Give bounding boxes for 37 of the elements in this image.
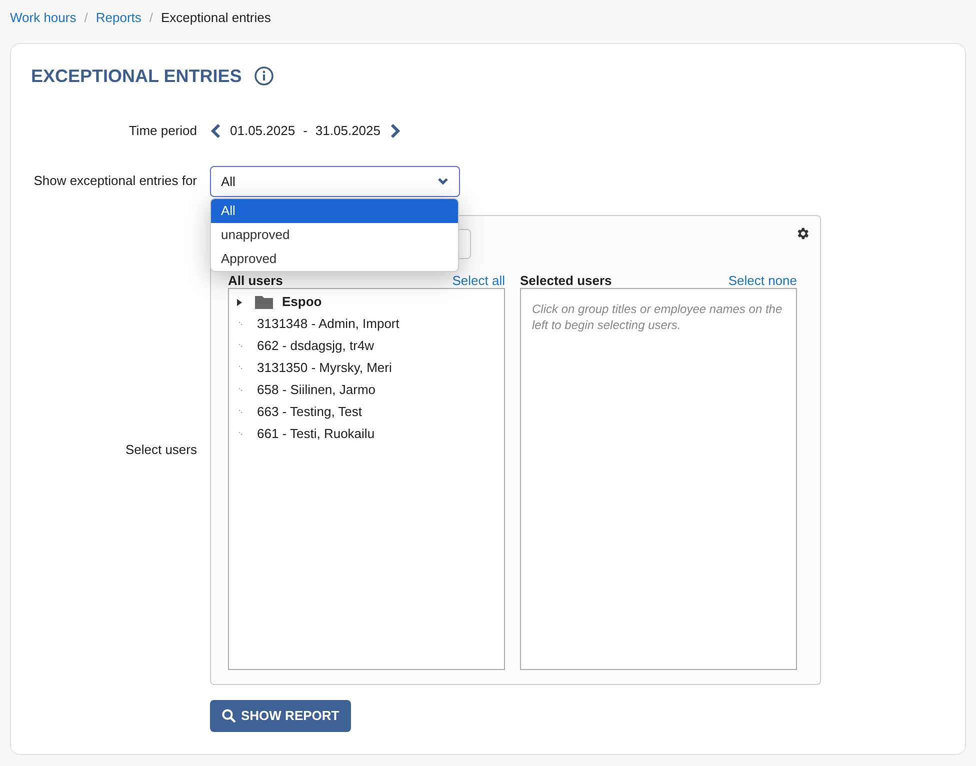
search-icon: [222, 709, 236, 723]
page-title: EXCEPTIONAL ENTRIES: [31, 64, 242, 88]
selected-users-title: Selected users: [520, 274, 612, 288]
user-item[interactable]: 3131348 - Admin, Import: [257, 314, 400, 334]
all-users-title: All users: [228, 274, 283, 288]
info-icon[interactable]: [254, 66, 274, 86]
folder-icon: [255, 295, 273, 309]
dropdown-option[interactable]: Approved: [211, 247, 458, 271]
settings-icon[interactable]: [795, 226, 810, 241]
group-item[interactable]: Espoo: [282, 292, 322, 312]
dropdown-option[interactable]: All: [211, 199, 458, 223]
user-item[interactable]: 658 - Siilinen, Jarmo: [257, 380, 376, 400]
next-period-icon[interactable]: [388, 123, 400, 139]
user-item[interactable]: 662 - dsdagsjg, tr4w: [257, 336, 374, 356]
breadcrumb-separator: /: [84, 8, 88, 27]
show-report-button[interactable]: SHOW REPORT: [210, 700, 352, 732]
previous-period-icon[interactable]: [210, 123, 222, 139]
period-start: 01.05.2025: [230, 122, 296, 140]
select-users-label: Select users: [124, 441, 197, 460]
breadcrumb-link[interactable]: Work hours: [10, 8, 76, 28]
expand-arrow-icon[interactable]: [237, 298, 243, 306]
breadcrumb-current: Exceptional entries: [161, 8, 271, 27]
entries-for-label: Show exceptional entries for: [32, 172, 197, 190]
user-item[interactable]: 663 - Testing, Test: [257, 402, 362, 422]
breadcrumb-link[interactable]: Reports: [96, 8, 142, 28]
select-all-link[interactable]: Select all: [452, 274, 505, 288]
user-item[interactable]: 661 - Testi, Ruokailu: [257, 424, 375, 444]
breadcrumb-separator: /: [149, 8, 154, 27]
caret-icon: [437, 178, 449, 186]
user-item[interactable]: 3131350 - Myrsky, Meri: [257, 358, 392, 378]
selected-users-hint: Click on group titles or employee names on the left to begin selecting users.: [532, 301, 784, 333]
select-none-link[interactable]: Select none: [728, 274, 797, 288]
time-period-label: Time period: [128, 122, 197, 140]
dropdown-option[interactable]: unapproved: [211, 223, 458, 247]
entries-select[interactable]: All: [210, 166, 460, 197]
period-separator: -: [303, 122, 308, 140]
period-end: 31.05.2025: [315, 122, 380, 140]
